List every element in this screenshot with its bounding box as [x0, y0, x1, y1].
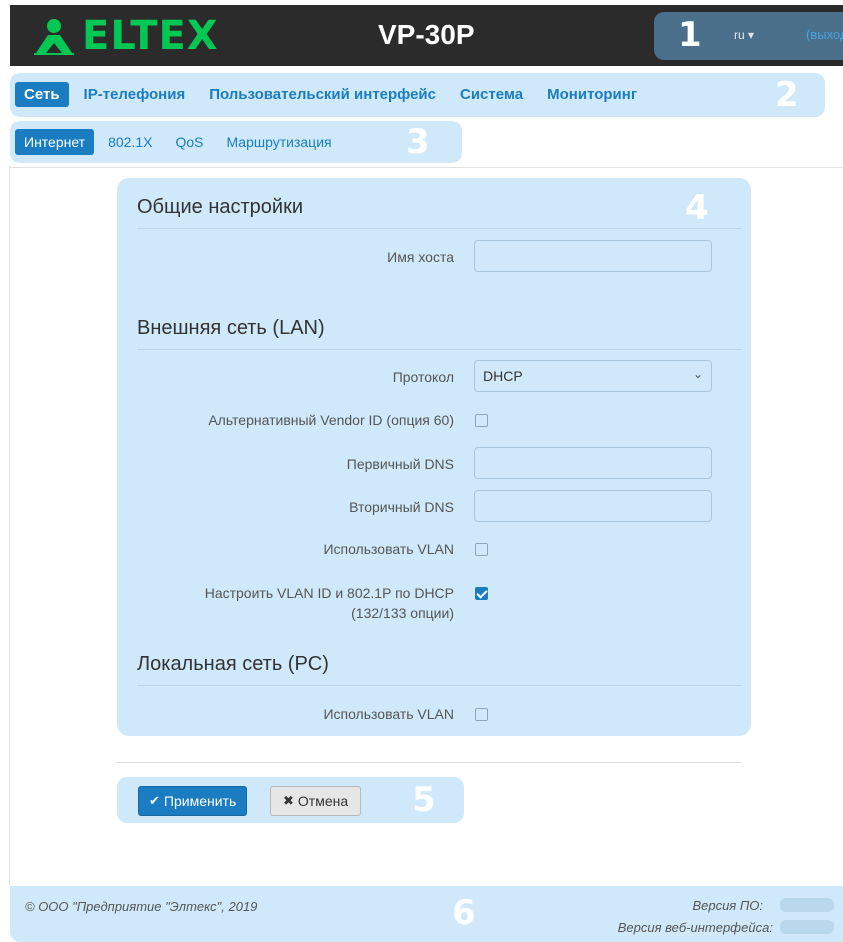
secondary-dns-input[interactable]: [474, 490, 712, 522]
primary-dns-label: Первичный DNS: [346, 456, 454, 472]
apply-button[interactable]: ✔ Применить: [138, 786, 248, 816]
section-title-lan: Внешняя сеть (LAN): [137, 317, 325, 339]
protocol-value: DHCP: [483, 368, 523, 384]
language-dropdown[interactable]: ru ▾: [734, 28, 754, 42]
vlan-dhcp-label-line1: Настроить VLAN ID и 802.1P по DHCP: [204, 585, 454, 601]
form-actions: ✔ Применить ✖ Отмена 5: [117, 777, 464, 823]
copyright-text: © ООО "Предприятие "Элтекс", 2019: [25, 899, 258, 914]
vlan-dhcp-label: Настроить VLAN ID и 802.1P по DHCP (132/…: [205, 583, 454, 623]
form-divider: [117, 762, 741, 763]
section-divider: [137, 685, 741, 686]
web-version-value: [780, 920, 834, 934]
lan-vlan-checkbox[interactable]: [475, 543, 488, 556]
main-nav: Сеть IP-телефония Пользовательский интер…: [10, 73, 825, 117]
tab-ip-telephony[interactable]: IP-телефония: [75, 82, 195, 107]
top-bar: ELTEX VP-30P 1 ru ▾ (выход: [10, 5, 843, 66]
tab-monitoring[interactable]: Мониторинг: [538, 82, 646, 107]
vlan-dhcp-label-line2: (132/133 опции): [351, 605, 454, 621]
logout-link[interactable]: (выход: [806, 27, 843, 42]
eltex-logo: ELTEX: [32, 15, 219, 57]
lan-vlan-label: Использовать VLAN: [323, 541, 454, 557]
protocol-select[interactable]: DHCP ⌄: [474, 360, 712, 392]
badge-3: 3: [406, 122, 430, 162]
top-panel-highlight: 1 ru ▾ (выход: [654, 12, 843, 60]
header-divider: [10, 167, 843, 168]
alt-vendor-id-label: Альтернативный Vendor ID (опция 60): [208, 412, 454, 428]
badge-4: 4: [685, 188, 709, 228]
secondary-dns-label: Вторичный DNS: [349, 499, 454, 515]
sub-nav: Интернет 802.1X QoS Маршрутизация 3: [10, 121, 462, 163]
close-icon: ✖: [283, 793, 294, 808]
subtab-internet[interactable]: Интернет: [15, 129, 95, 155]
web-version-label: Версия веб-интерфейса:: [617, 920, 773, 935]
alt-vendor-id-checkbox[interactable]: [475, 414, 488, 427]
footer: © ООО "Предприятие "Элтекс", 2019 6 Верс…: [10, 886, 843, 942]
section-title-general: Общие настройки: [137, 196, 303, 218]
settings-panel: 4 Общие настройки Имя хоста Внешняя сеть…: [117, 178, 751, 736]
badge-1: 1: [678, 15, 702, 55]
cancel-button-label: Отмена: [297, 793, 349, 809]
tab-network[interactable]: Сеть: [15, 82, 69, 107]
tab-system[interactable]: Система: [451, 82, 532, 107]
pc-vlan-checkbox[interactable]: [475, 708, 488, 721]
section-divider: [137, 349, 741, 350]
firmware-version-value: [780, 898, 834, 912]
subtab-routing[interactable]: Маршрутизация: [217, 129, 340, 155]
protocol-label: Протокол: [392, 369, 454, 385]
subtab-8021x[interactable]: 802.1X: [99, 129, 161, 155]
logo-text: ELTEX: [82, 13, 219, 59]
hostname-label: Имя хоста: [387, 249, 454, 265]
cancel-button[interactable]: ✖ Отмена: [270, 786, 362, 816]
tab-user-interface[interactable]: Пользовательский интерфейс: [200, 82, 445, 107]
badge-5: 5: [412, 780, 436, 820]
content-left-border: [9, 166, 10, 886]
vlan-dhcp-checkbox[interactable]: [475, 587, 488, 600]
chevron-down-icon: ⌄: [692, 367, 703, 381]
pc-vlan-label: Использовать VLAN: [323, 706, 454, 722]
subtab-qos[interactable]: QoS: [166, 129, 212, 155]
primary-dns-input[interactable]: [474, 447, 712, 479]
badge-2: 2: [775, 75, 799, 115]
firmware-version-label: Версия ПО:: [692, 898, 763, 913]
device-model: VP-30P: [378, 19, 475, 50]
section-title-pc: Локальная сеть (PC): [137, 653, 329, 675]
eltex-logo-icon: [34, 19, 74, 55]
section-divider: [137, 228, 741, 229]
apply-button-label: Применить: [163, 793, 237, 809]
hostname-input[interactable]: [474, 240, 712, 272]
badge-6: 6: [452, 893, 476, 933]
check-icon: ✔: [149, 793, 160, 808]
